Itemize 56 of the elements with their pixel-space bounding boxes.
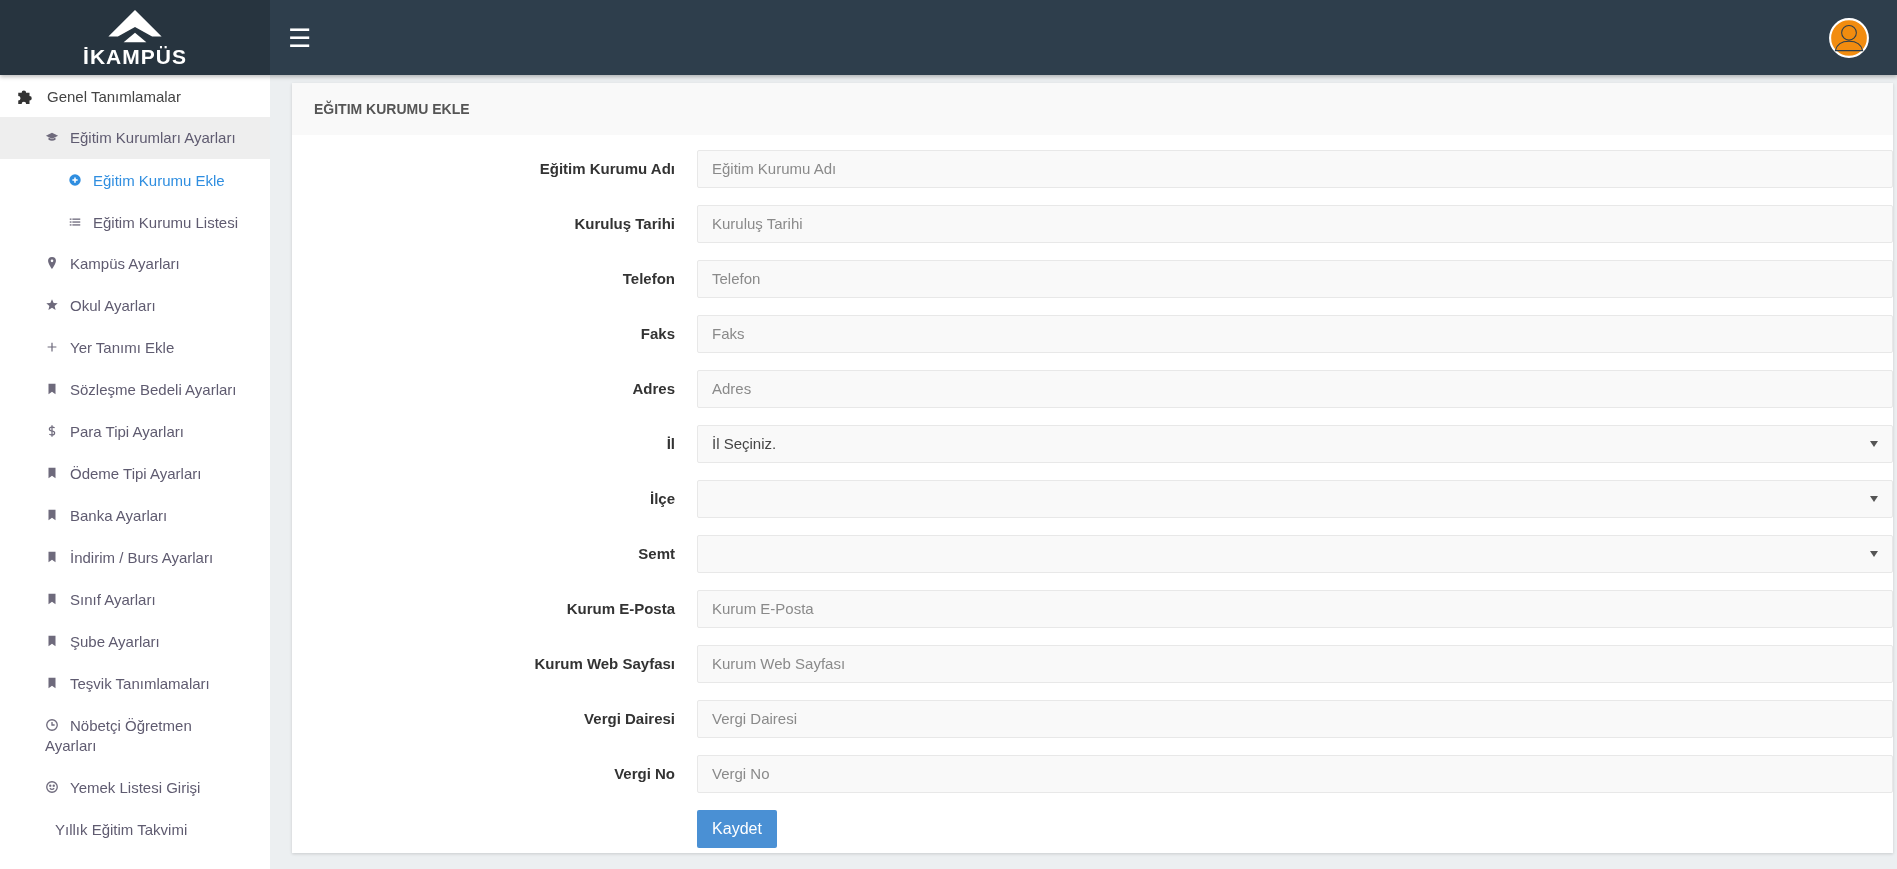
logo-text: İKAMPÜS — [83, 45, 187, 68]
clock-icon — [45, 718, 59, 732]
menu-button[interactable]: ☰ — [284, 24, 315, 51]
plus-icon — [45, 340, 59, 354]
sidebar-item[interactable]: Kampüs Ayarları — [0, 243, 248, 285]
field-label: İl — [665, 435, 676, 452]
field-label: Vergi Dairesi — [583, 710, 676, 727]
field-label: Vergi No — [613, 765, 676, 782]
input-field[interactable]: Eğitim Kurumu Adı — [697, 149, 1893, 188]
sidebar-item[interactable]: Banka Ayarları — [0, 495, 248, 537]
field-label: Kuruluş Tarihi — [573, 215, 676, 232]
input-field[interactable]: Kurum E-Posta — [697, 589, 1893, 628]
field-label: Kurum Web Sayfası — [533, 655, 676, 672]
input-field[interactable]: Faks — [697, 314, 1893, 353]
user-avatar-icon[interactable] — [1828, 16, 1870, 59]
sidebar-item[interactable]: Eğitim Kurumu Listesi — [0, 201, 270, 243]
sidebar-item[interactable]: İndirim / Burs Ayarları — [0, 537, 248, 579]
caret-icon — [1870, 495, 1878, 502]
graduation-cap-icon — [45, 130, 59, 144]
field-label: Faks — [639, 325, 676, 342]
star-icon — [45, 298, 59, 312]
select-field[interactable] — [697, 479, 1893, 518]
field-label: Semt — [637, 545, 676, 562]
input-field[interactable]: Adres — [697, 369, 1893, 408]
sidebar-item[interactable]: Nöbetçi Öğretmen Ayarları — [0, 705, 248, 767]
field-label: İlçe — [648, 490, 676, 507]
field-label: Adres — [631, 380, 676, 397]
field-label: Kurum E-Posta — [565, 600, 676, 617]
sidebar-item[interactable]: Yemek Listesi Girişi — [0, 767, 248, 809]
panel-title: EĞITIM KURUMU EKLE — [314, 101, 470, 117]
sidebar-item[interactable]: Eğitim Kurumları Ayarları — [0, 117, 270, 159]
field-label: Eğitim Kurumu Adı — [538, 160, 676, 177]
sidebar-item[interactable]: Genel Tanımlamalar — [0, 75, 270, 117]
input-field[interactable]: Vergi Dairesi — [697, 699, 1893, 738]
sidebar-item[interactable]: Teşvik Tanımlamaları — [0, 663, 248, 705]
sidebar-item[interactable]: Yıllık Eğitim Takvimi — [0, 809, 248, 851]
sidebar-item[interactable]: Ödeme Tipi Ayarları — [0, 453, 248, 495]
caret-icon — [1870, 440, 1878, 447]
sidebar-item[interactable]: Eğitim Kurumu Ekle — [0, 159, 270, 201]
map-pin-icon — [45, 256, 59, 270]
sidebar-item[interactable]: Okul Ayarları — [0, 285, 248, 327]
input-field[interactable]: Kurum Web Sayfası — [697, 644, 1893, 683]
input-field[interactable]: Telefon — [697, 259, 1893, 298]
smiley-icon — [45, 780, 59, 794]
sidebar-item[interactable]: Sözleşme Bedeli Ayarları — [0, 369, 248, 411]
caret-icon — [1870, 550, 1878, 557]
add-circle-icon — [68, 173, 82, 187]
select-field[interactable] — [697, 534, 1893, 573]
sidebar-item[interactable]: Şube Ayarları — [0, 621, 248, 663]
field-label: Telefon — [621, 270, 676, 287]
sidebar-item[interactable]: Para Tipi Ayarları — [0, 411, 248, 453]
input-field[interactable]: Vergi No — [697, 754, 1893, 793]
sidebar-item[interactable]: Yer Tanımı Ekle — [0, 327, 248, 369]
input-field[interactable]: Kuruluş Tarihi — [697, 204, 1893, 243]
select-field[interactable]: İl Seçiniz. — [697, 424, 1893, 463]
sidebar-item[interactable]: Sınıf Ayarları — [0, 579, 248, 621]
